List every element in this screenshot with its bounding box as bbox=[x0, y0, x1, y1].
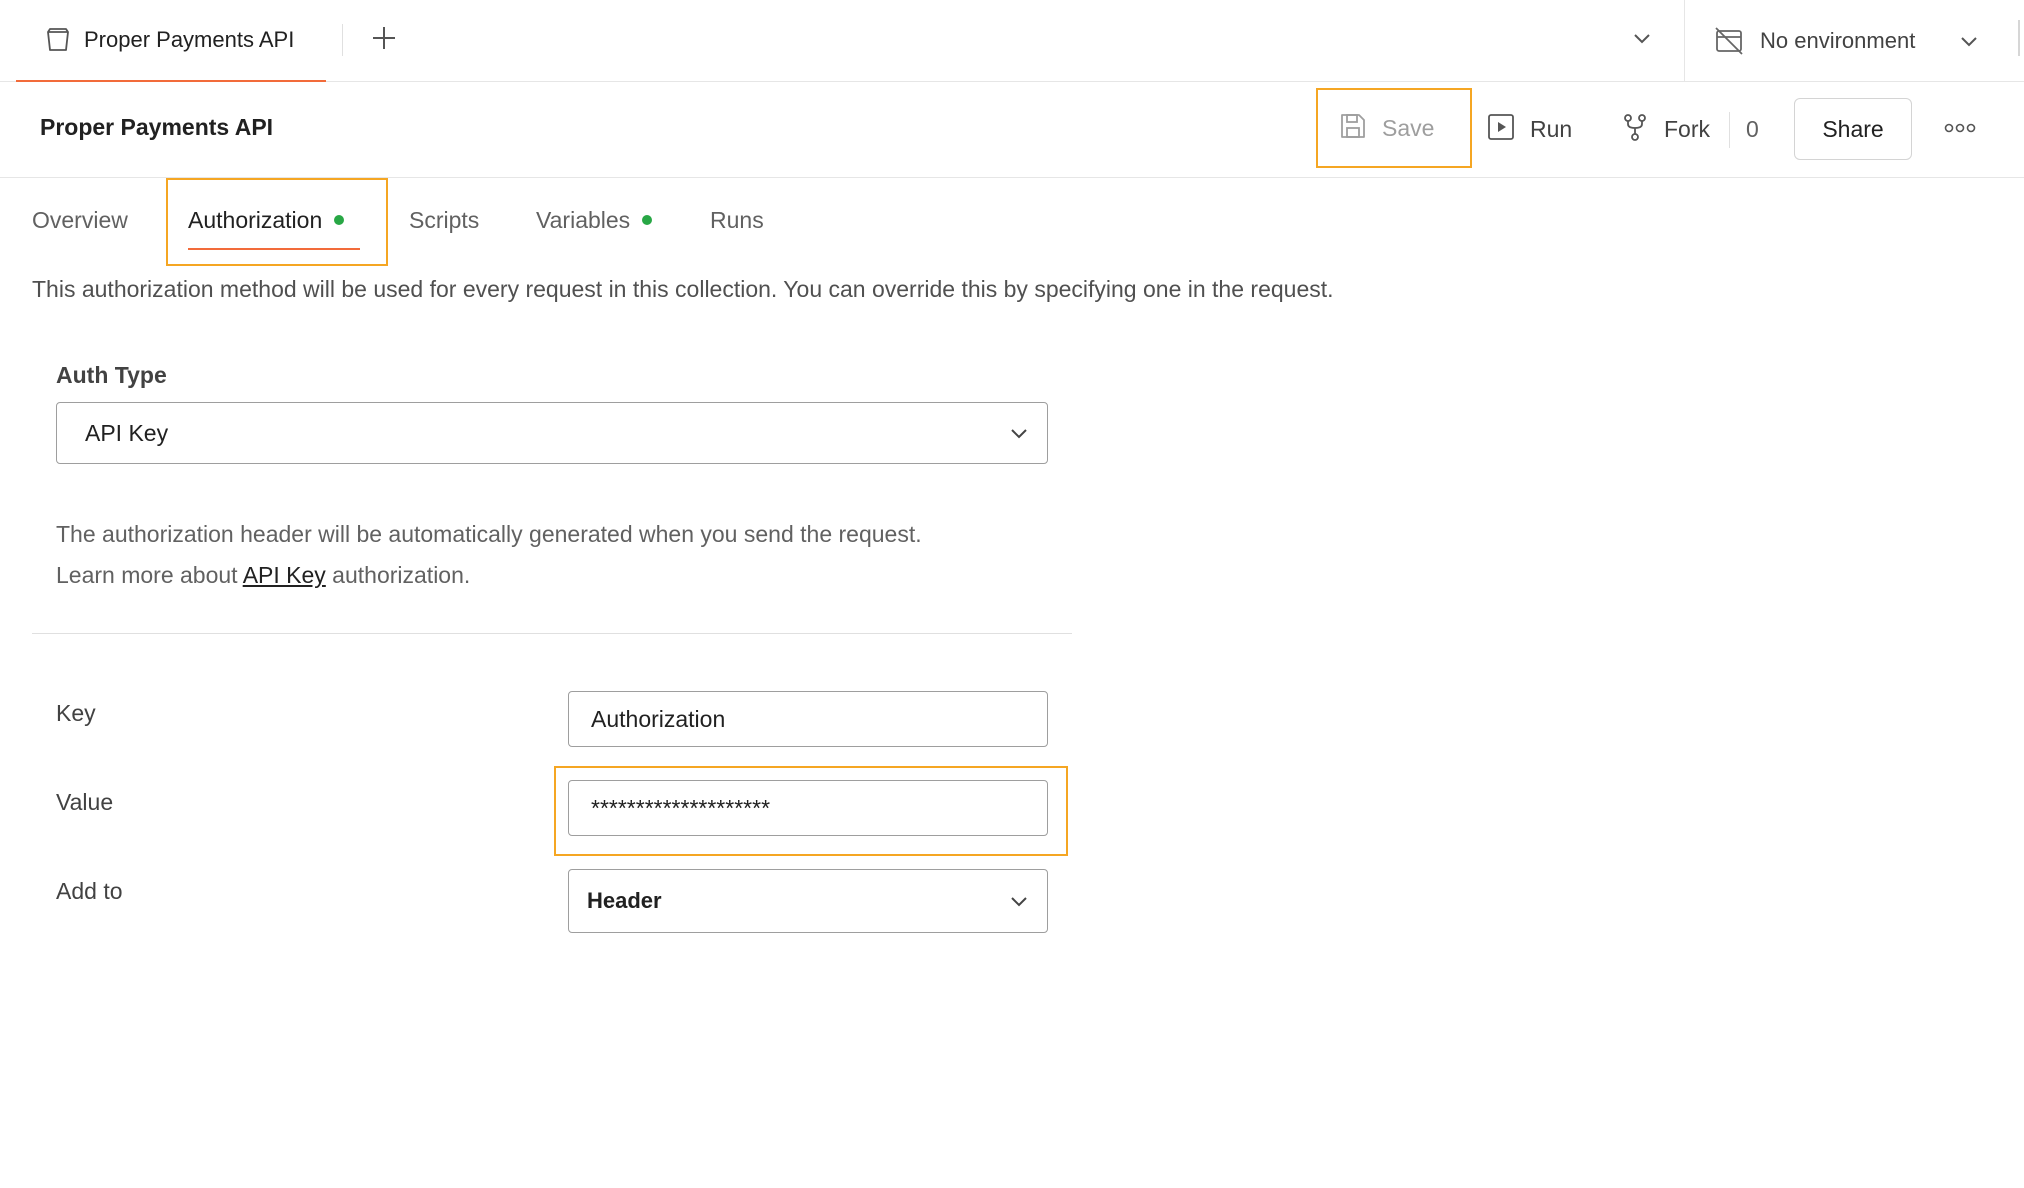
auth-type-select[interactable]: API Key bbox=[56, 402, 1048, 464]
section-divider bbox=[32, 633, 1072, 634]
tab-bar: Proper Payments API No environment bbox=[0, 0, 2024, 82]
open-tab-title: Proper Payments API bbox=[84, 27, 295, 52]
auth-info-prefix: Learn more about bbox=[56, 562, 243, 588]
auth-info-line2: Learn more about API Key authorization. bbox=[56, 555, 922, 596]
no-environment-icon bbox=[1712, 24, 1746, 58]
add-to-label: Add to bbox=[56, 878, 123, 904]
tab-overview[interactable]: Overview bbox=[32, 178, 128, 262]
panel-edge bbox=[2018, 20, 2020, 56]
chevron-down-icon bbox=[1954, 31, 1984, 51]
run-button[interactable]: Run bbox=[1486, 106, 1572, 152]
tab-label: Scripts bbox=[409, 206, 480, 233]
share-button[interactable]: Share bbox=[1794, 98, 1912, 160]
tab-scripts[interactable]: Scripts bbox=[409, 178, 479, 262]
tab-runs[interactable]: Runs bbox=[710, 178, 764, 262]
active-tab-indicator bbox=[188, 248, 360, 250]
api-key-docs-link[interactable]: API Key bbox=[243, 562, 326, 588]
more-actions-button[interactable] bbox=[1940, 110, 1980, 150]
auth-type-label: Auth Type bbox=[56, 362, 167, 388]
run-label: Run bbox=[1530, 115, 1573, 142]
tab-variables[interactable]: Variables bbox=[536, 178, 653, 262]
save-button[interactable]: Save bbox=[1316, 88, 1472, 168]
add-to-select[interactable]: Header bbox=[568, 869, 1048, 933]
tab-label: Overview bbox=[32, 206, 128, 233]
new-tab-button[interactable] bbox=[366, 22, 402, 58]
page-title: Proper Payments API bbox=[40, 114, 274, 140]
status-dot bbox=[642, 215, 653, 225]
chevron-down-icon bbox=[991, 891, 1047, 911]
auth-info: The authorization header will be automat… bbox=[56, 514, 922, 596]
key-input[interactable]: Authorization bbox=[568, 691, 1048, 747]
tab-separator bbox=[342, 24, 343, 56]
plus-icon bbox=[371, 25, 397, 56]
open-tab-proper-payments[interactable]: Proper Payments API bbox=[16, 0, 326, 82]
tab-label: Runs bbox=[710, 206, 764, 233]
environment-label: No environment bbox=[1760, 28, 1916, 53]
collection-icon bbox=[44, 26, 72, 54]
save-label: Save bbox=[1382, 114, 1435, 141]
chevron-down-icon bbox=[991, 423, 1047, 443]
auth-info-suffix: authorization. bbox=[325, 562, 471, 588]
more-icon bbox=[1944, 121, 1976, 139]
fork-count[interactable]: 0 bbox=[1746, 116, 1759, 143]
environment-selector[interactable]: No environment bbox=[1712, 18, 1984, 64]
collection-header: Proper Payments API Save Run Fork 0 Shar… bbox=[0, 82, 2024, 178]
auth-type-value: API Key bbox=[85, 419, 169, 446]
environment-separator bbox=[1684, 0, 1685, 82]
highlight-box bbox=[166, 178, 388, 266]
value-input[interactable]: ******************** bbox=[568, 780, 1048, 836]
tabs-dropdown-button[interactable] bbox=[1624, 22, 1660, 58]
tab-label: Variables bbox=[536, 206, 631, 233]
fork-icon bbox=[1620, 112, 1650, 147]
fork-button[interactable]: Fork bbox=[1620, 106, 1710, 152]
value-label: Value bbox=[56, 789, 114, 815]
run-icon bbox=[1486, 112, 1516, 147]
save-icon bbox=[1338, 111, 1368, 146]
key-label: Key bbox=[56, 700, 96, 726]
fork-label: Fork bbox=[1664, 115, 1710, 142]
fork-separator bbox=[1729, 112, 1730, 148]
chevron-down-icon bbox=[1632, 28, 1652, 53]
add-to-value: Header bbox=[587, 888, 662, 913]
auth-info-line1: The authorization header will be automat… bbox=[56, 521, 922, 547]
auth-description: This authorization method will be used f… bbox=[32, 276, 1334, 302]
collection-subtabs: Overview Authorization Scripts Variables… bbox=[0, 178, 2024, 266]
